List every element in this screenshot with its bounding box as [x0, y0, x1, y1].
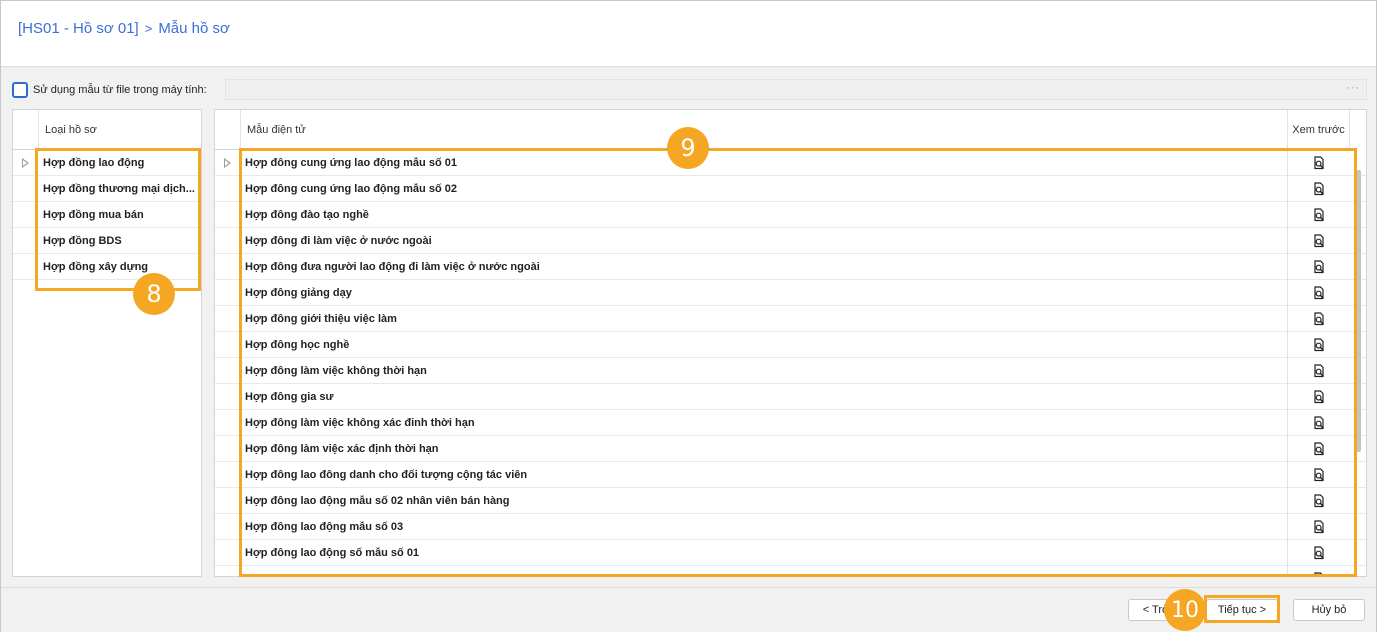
template-row[interactable]: Hợp đông lao động mẫu số 02 nhân viên bá…: [215, 487, 1366, 514]
template-row[interactable]: Hợp đông lao động mẫu số 03: [215, 513, 1366, 540]
breadcrumb-parent[interactable]: [HS01 - Hồ sơ 01]: [18, 20, 139, 37]
template-row[interactable]: Hợp đông làm việc xác định thời hạn: [215, 435, 1366, 462]
template-row[interactable]: Hợp đông cung ứng lao động mẫu số 01: [215, 149, 1366, 176]
breadcrumb-current: Mẫu hồ sơ: [158, 20, 230, 37]
template-name-label: Hợp đông làm việc không thời hạn: [245, 364, 427, 377]
template-name-label: Hợp đông làm việc không xác đinh thời hạ…: [245, 416, 475, 429]
vertical-scrollbar[interactable]: [1356, 170, 1361, 452]
document-type-label: Hợp đồng lao động: [43, 156, 145, 169]
document-type-row[interactable]: Hợp đồng mua bán: [13, 202, 201, 228]
template-name-label: Hợp đông lao động mẫu số 03: [245, 520, 404, 533]
document-search-icon[interactable]: [1287, 331, 1350, 358]
electronic-template-table: Mẫu điện tử Xem trước Hợp đông cung ứng …: [214, 109, 1367, 577]
document-search-icon[interactable]: [1287, 461, 1350, 488]
template-row[interactable]: Hợp đông làm việc không xác đinh thời hạ…: [215, 409, 1366, 436]
right-gutter-header: [215, 110, 240, 150]
template-name-label: Hợp đông lao động thời vụ: [240, 573, 1287, 577]
document-type-row[interactable]: Hợp đồng xây dựng: [13, 254, 201, 280]
use-file-checkbox[interactable]: [12, 82, 28, 98]
document-type-row[interactable]: Hợp đồng lao động: [13, 150, 201, 176]
document-type-row[interactable]: Hợp đồng thương mại dịch...: [13, 176, 201, 202]
file-path-input[interactable]: ···: [225, 79, 1367, 100]
template-name-label: Hợp đông học nghề: [245, 338, 350, 351]
template-name-label: Hợp đông cung ứng lao động mẫu số 02: [245, 182, 457, 195]
document-search-icon[interactable]: [1287, 539, 1350, 566]
template-name-label: Hợp đông làm việc xác định thời hạn: [245, 442, 439, 455]
document-type-row[interactable]: Hợp đồng BDS: [13, 228, 201, 254]
template-name-label: Hợp đông đi làm việc ở nước ngoài: [245, 234, 432, 247]
template-name-label: Hợp đông cung ứng lao động mẫu số 01: [245, 156, 457, 169]
template-name-label: Hợp đông giảng dạy: [245, 286, 352, 299]
next-button[interactable]: Tiếp tục >: [1206, 599, 1278, 621]
preview-header: Xem trước: [1287, 110, 1350, 150]
template-rows: Hợp đông cung ứng lao động mẫu số 01 Hợp …: [215, 149, 1366, 577]
document-type-rows: Hợp đồng lao động Hợp đồng thương mại dịc…: [13, 150, 201, 280]
document-search-icon[interactable]: [1287, 409, 1350, 436]
document-search-icon[interactable]: [1287, 201, 1350, 228]
browse-file-button[interactable]: ···: [1346, 82, 1360, 94]
template-row[interactable]: Hợp đông lao động thời vụ: [215, 565, 1366, 577]
template-row[interactable]: Hợp đông giảng dạy: [215, 279, 1366, 306]
template-row[interactable]: Hợp đông đưa người lao động đi làm việc …: [215, 253, 1366, 280]
badge-9: 9: [667, 127, 709, 169]
template-name-label: Hợp đông lao động mẫu số 02 nhân viên bá…: [245, 494, 510, 507]
cancel-button[interactable]: Hủy bỏ: [1293, 599, 1365, 621]
dialog-header: [HS01 - Hồ sơ 01] > Mẫu hồ sơ: [1, 1, 1376, 67]
document-type-label: Hợp đồng xây dựng: [43, 260, 149, 273]
template-name-label: Hợp đông giới thiệu việc làm: [245, 312, 397, 325]
template-row[interactable]: Hợp đông đi làm việc ở nước ngoài: [215, 227, 1366, 254]
template-row[interactable]: Hợp đông đào tạo nghề: [215, 201, 1366, 228]
dialog-window: [HS01 - Hồ sơ 01] > Mẫu hồ sơ Sử dụng mẫ…: [0, 0, 1377, 632]
use-file-label: Sử dụng mẫu từ file trong máy tính:: [33, 84, 207, 96]
badge-10: 10: [1164, 589, 1206, 631]
document-search-icon[interactable]: [1287, 487, 1350, 514]
document-type-table: Loại hồ sơ Hợp đồng lao động Hợp đồng thư…: [12, 109, 202, 577]
document-search-icon[interactable]: [1287, 565, 1350, 576]
template-row[interactable]: Hợp đông giới thiệu việc làm: [215, 305, 1366, 332]
template-name-label: Hợp đông lao động số mẫu số 01: [245, 546, 420, 559]
document-type-label: Hợp đồng mua bán: [43, 208, 144, 221]
document-search-icon[interactable]: [1287, 253, 1350, 280]
document-search-icon[interactable]: [1287, 357, 1350, 384]
row-selector-icon: [22, 158, 29, 168]
template-name-label: Hợp đông gia sư: [245, 390, 334, 403]
document-type-header: Loại hồ sơ: [38, 110, 201, 150]
document-search-icon[interactable]: [1287, 513, 1350, 540]
template-row[interactable]: Hợp đông cung ứng lao động mẫu số 02: [215, 175, 1366, 202]
document-search-icon[interactable]: [1287, 383, 1350, 410]
badge-8: 8: [133, 273, 175, 315]
document-type-label: Hợp đồng thương mại dịch...: [43, 182, 195, 195]
template-row[interactable]: Hợp đông gia sư: [215, 383, 1366, 410]
template-name-label: Hợp đông lao đông danh cho đối tượng cộn…: [245, 468, 528, 481]
document-search-icon[interactable]: [1287, 149, 1350, 176]
breadcrumb: [HS01 - Hồ sơ 01] > Mẫu hồ sơ: [18, 20, 230, 37]
document-search-icon[interactable]: [1287, 305, 1350, 332]
left-gutter-header: [13, 110, 38, 150]
template-name-header: Mẫu điện tử: [240, 110, 1287, 150]
row-selector-icon: [224, 158, 231, 168]
document-search-icon[interactable]: [1287, 175, 1350, 202]
document-search-icon[interactable]: [1287, 227, 1350, 254]
document-search-icon[interactable]: [1287, 279, 1350, 306]
file-template-row: Sử dụng mẫu từ file trong máy tính: ···: [12, 79, 1367, 101]
document-search-icon[interactable]: [1287, 435, 1350, 462]
breadcrumb-separator: >: [144, 21, 153, 36]
template-row[interactable]: Hợp đông làm việc không thời hạn: [215, 357, 1366, 384]
template-name-label: Hợp đông đào tạo nghề: [245, 208, 369, 221]
template-row[interactable]: Hợp đông lao đông danh cho đối tượng cộn…: [215, 461, 1366, 488]
template-name-label: Hợp đông đưa người lao động đi làm việc …: [245, 260, 540, 273]
template-row[interactable]: Hợp đông học nghề: [215, 331, 1366, 358]
template-row[interactable]: Hợp đông lao động số mẫu số 01: [215, 539, 1366, 566]
document-type-label: Hợp đồng BDS: [43, 234, 122, 247]
